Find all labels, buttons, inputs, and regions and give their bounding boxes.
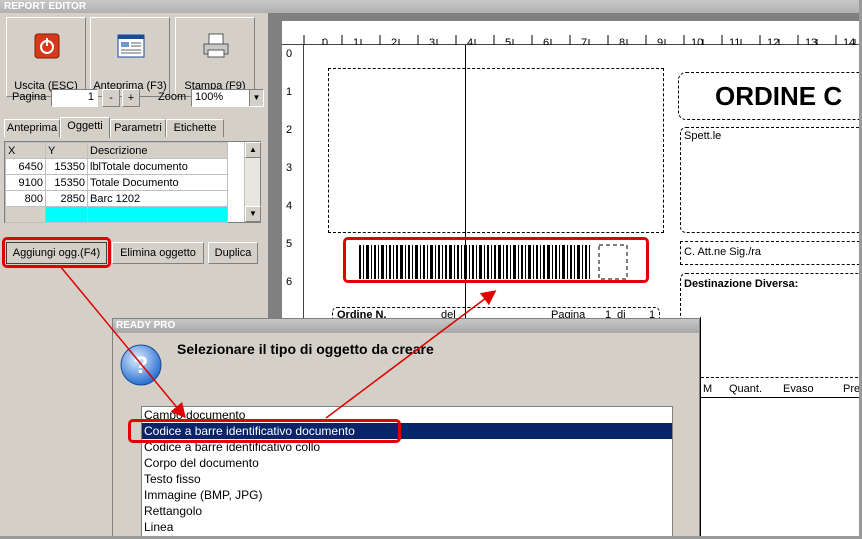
ruler-tick-label: 3	[286, 162, 293, 174]
chevron-down-icon[interactable]: ▼	[249, 90, 263, 106]
cell-y: 15350	[45, 158, 88, 175]
col-quant: Quant.	[729, 383, 763, 395]
col-m: M	[703, 383, 713, 395]
list-item[interactable]: Immagine (BMP, JPG)	[142, 487, 672, 503]
column-header-description[interactable]: Descrizione	[87, 142, 228, 159]
cell-description: Totale Documento	[87, 174, 228, 191]
table-scrollbar[interactable]: ▲ ▼	[244, 142, 261, 222]
object-type-dialog: READY PRO ? Selezionare il tipo di ogget…	[112, 318, 700, 536]
att-label: C. Att.ne Sig./ra	[684, 246, 762, 258]
cell-empty	[45, 206, 88, 223]
dialog-title: READY PRO	[113, 319, 699, 333]
dest-label: Destinazione Diversa:	[684, 278, 799, 290]
ruler-tick-label: 4	[286, 200, 293, 212]
table-row[interactable]: 6450 15350 lblTotale documento	[5, 158, 228, 175]
dashed-divider	[701, 377, 859, 378]
ruler-tick-label: 1	[286, 86, 293, 98]
header-line	[701, 397, 859, 398]
customer-box[interactable]: Spett.le	[680, 127, 859, 233]
table-row[interactable]: 9100 15350 Totale Documento	[5, 174, 228, 191]
page-label: Pagina	[12, 91, 47, 103]
cell-y: 15350	[45, 174, 88, 191]
zoom-label: Zoom	[158, 91, 187, 103]
preview-window-icon	[117, 34, 145, 58]
print-button[interactable]: Stampa (F9)	[175, 17, 255, 97]
power-icon	[34, 33, 60, 59]
report-editor-window: REPORT EDITOR Uscita (ESC) Anteprima (F3…	[0, 0, 862, 539]
ruler-tick-label: 5	[286, 238, 293, 250]
cell-empty	[5, 206, 46, 223]
cell-x: 9100	[5, 174, 46, 191]
exit-button[interactable]: Uscita (ESC)	[6, 17, 86, 97]
destination-box[interactable]: Destinazione Diversa:	[680, 273, 859, 323]
cell-empty	[87, 206, 228, 223]
cell-x: 6450	[5, 158, 46, 175]
cell-x: 800	[5, 190, 46, 207]
objects-table[interactable]: X Y Descrizione 6450 15350 lblTotale doc…	[4, 141, 261, 223]
duplicate-button[interactable]: Duplica	[208, 242, 258, 264]
order-title: ORDINE C	[715, 81, 843, 111]
spett-label: Spett.le	[684, 130, 722, 142]
tab-etichette[interactable]: Etichette	[166, 119, 224, 137]
order-title-box[interactable]: ORDINE C	[678, 72, 859, 120]
table-row[interactable]: 800 2850 Barc 1202	[5, 190, 228, 207]
page-minus-button[interactable]: -	[102, 89, 120, 107]
preview-button[interactable]: Anteprima (F3)	[90, 17, 170, 97]
col-pre: Pre	[843, 383, 861, 395]
list-item[interactable]: Linea	[142, 519, 672, 535]
window-title: REPORT EDITOR	[0, 0, 859, 13]
ruler-tick-label: 2	[286, 124, 293, 136]
cell-description: Barc 1202	[87, 190, 228, 207]
annotation-highlight-barcode	[343, 237, 649, 283]
tab-parametri[interactable]: Parametri	[110, 119, 166, 137]
page-input[interactable]: 1	[51, 89, 98, 107]
table-row-selected[interactable]	[5, 206, 228, 223]
scroll-down-icon[interactable]: ▼	[245, 206, 261, 222]
attention-box[interactable]: C. Att.ne Sig./ra	[680, 241, 859, 265]
tab-anteprima[interactable]: Anteprima	[4, 119, 60, 137]
delete-object-button[interactable]: Elimina oggetto	[112, 242, 204, 264]
scroll-up-icon[interactable]: ▲	[245, 142, 261, 158]
page-plus-button[interactable]: +	[122, 89, 140, 107]
cell-description: lblTotale documento	[87, 158, 228, 175]
horizontal-ruler: 0 1 2 3 4 5 6 7 8 9 10 11 12 13 14	[282, 21, 859, 49]
ruler-tick-label: 0	[286, 48, 293, 60]
tab-oggetti[interactable]: Oggetti	[60, 117, 110, 138]
zoom-value: 100%	[195, 91, 224, 103]
annotation-highlight-add	[2, 237, 111, 268]
dialog-message: Selezionare il tipo di oggetto da creare	[177, 341, 434, 357]
ruler-tick-label: 6	[286, 276, 293, 288]
list-item[interactable]: Testo fisso	[142, 471, 672, 487]
body-columns: M Quant. Evaso Pre	[700, 317, 861, 536]
guide-line	[465, 45, 466, 345]
zoom-select[interactable]: 100% ▼	[191, 89, 264, 107]
list-item[interactable]: Rettangolo	[142, 503, 672, 519]
svg-text:?: ?	[134, 352, 149, 379]
cell-y: 2850	[45, 190, 88, 207]
printer-icon	[203, 33, 229, 58]
column-header-x[interactable]: X	[5, 142, 46, 159]
logo-placeholder[interactable]	[328, 68, 664, 233]
col-evaso: Evaso	[783, 383, 814, 395]
list-item[interactable]: Corpo del documento	[142, 455, 672, 471]
question-icon: ?	[120, 344, 162, 386]
annotation-highlight-option	[128, 419, 401, 443]
column-header-y[interactable]: Y	[45, 142, 88, 159]
